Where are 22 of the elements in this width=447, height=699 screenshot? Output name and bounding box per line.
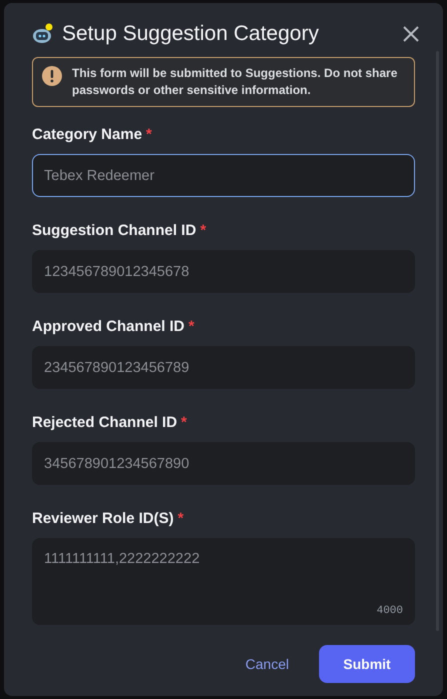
field-label: Rejected Channel ID <box>32 414 178 432</box>
character-counter: 4000 <box>376 604 403 618</box>
exclamation-icon <box>42 66 62 86</box>
input-field[interactable]: 345678901234567890 <box>32 442 415 485</box>
input-field[interactable]: 234567890123456789 <box>32 346 415 389</box>
cancel-button[interactable]: Cancel <box>245 654 289 674</box>
submit-button[interactable]: Submit <box>319 645 415 683</box>
robot-icon <box>32 23 54 45</box>
input-field[interactable]: 123456789012345678 <box>32 250 415 293</box>
field-label: Approved Channel ID <box>32 318 185 336</box>
field-label: Suggestion Channel ID <box>32 222 196 240</box>
field-label: Reviewer Role ID(S) <box>32 510 174 528</box>
field-label: Category Name <box>32 126 142 144</box>
required-mark: * <box>178 510 184 528</box>
close-icon[interactable] <box>403 26 419 42</box>
notice-text: This form will be submitted to Suggestions. Do not share passwords or other sensitive information. <box>72 65 398 99</box>
modal-title: Setup Suggestion Category <box>62 21 319 48</box>
required-mark: * <box>181 414 187 432</box>
required-mark: * <box>146 126 152 144</box>
input-field[interactable]: Tebex Redeemer <box>32 154 415 197</box>
required-mark: * <box>188 318 194 336</box>
required-mark: * <box>200 222 206 240</box>
